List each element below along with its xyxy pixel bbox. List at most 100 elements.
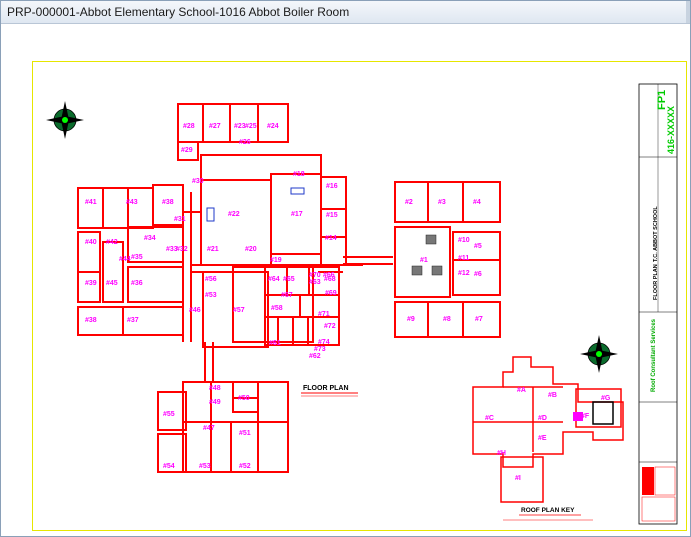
svg-text:#24: #24 xyxy=(267,123,279,130)
svg-text:#69: #69 xyxy=(325,290,337,297)
svg-text:#B: #B xyxy=(548,392,557,399)
project-number: 416-XXXXX xyxy=(666,106,676,154)
svg-text:#19: #19 xyxy=(270,257,282,264)
svg-text:#16: #16 xyxy=(326,183,338,190)
svg-text:#28: #28 xyxy=(183,123,195,130)
roof-area-markers xyxy=(573,401,614,425)
svg-text:#42: #42 xyxy=(106,239,118,246)
svg-text:#65: #65 xyxy=(283,276,295,283)
svg-text:#54: #54 xyxy=(163,463,175,470)
svg-text:#5: #5 xyxy=(474,243,482,250)
svg-text:#50: #50 xyxy=(238,395,250,402)
svg-text:#44: #44 xyxy=(119,256,131,263)
svg-text:#10: #10 xyxy=(458,237,470,244)
svg-text:#56: #56 xyxy=(205,276,217,283)
roof-plan-title-block: ROOF PLAN KEY xyxy=(503,507,593,521)
svg-text:#3: #3 xyxy=(438,199,446,206)
school-name: T.C. ABBOT SCHOOL xyxy=(653,206,659,262)
svg-text:#H: #H xyxy=(497,450,506,457)
svg-text:#38: #38 xyxy=(162,199,174,206)
svg-text:#30: #30 xyxy=(192,178,204,185)
svg-text:#63: #63 xyxy=(309,279,321,286)
svg-text:#49: #49 xyxy=(209,399,221,406)
north-arrow-icon xyxy=(580,335,618,373)
svg-text:#67: #67 xyxy=(281,292,293,299)
svg-text:#25: #25 xyxy=(245,123,257,130)
floor-plan-walls xyxy=(77,103,501,473)
svg-text:#64: #64 xyxy=(268,276,280,283)
company-name: Roof Consultant Services xyxy=(651,318,657,392)
svg-text:#48: #48 xyxy=(209,385,221,392)
svg-text:#55: #55 xyxy=(163,411,175,418)
company-logo xyxy=(642,467,654,495)
title-block: FP1 416-XXXXX T.C. ABBOT SCHOOL FLOOR PL… xyxy=(638,83,678,525)
svg-text:#57: #57 xyxy=(233,307,245,314)
svg-text:#31: #31 xyxy=(174,216,186,223)
svg-text:#D: #D xyxy=(538,415,547,422)
north-arrow-icon xyxy=(46,101,84,139)
svg-text:#39: #39 xyxy=(85,280,97,287)
svg-text:#18: #18 xyxy=(293,171,305,178)
viewer-window: PRP-000001-Abbot Elementary School-1016 … xyxy=(0,0,691,537)
svg-text:#32: #32 xyxy=(176,246,188,253)
svg-text:#52: #52 xyxy=(239,463,251,470)
svg-text:#53: #53 xyxy=(199,463,211,470)
svg-text:#35: #35 xyxy=(131,254,143,261)
floor-plan-title-block: FLOOR PLAN xyxy=(301,385,358,397)
svg-text:#C: #C xyxy=(485,415,494,422)
svg-text:#43: #43 xyxy=(126,199,138,206)
svg-text:#A: #A xyxy=(517,387,526,394)
svg-text:#F: #F xyxy=(581,413,590,420)
svg-text:#I: #I xyxy=(515,475,521,482)
floor-plan-title: FLOOR PLAN xyxy=(303,385,349,392)
svg-text:#26: #26 xyxy=(239,139,251,146)
svg-text:#36: #36 xyxy=(131,280,143,287)
svg-text:#7: #7 xyxy=(475,316,483,323)
svg-text:#27: #27 xyxy=(209,123,221,130)
svg-text:#51: #51 xyxy=(239,430,251,437)
svg-text:#4: #4 xyxy=(473,199,481,206)
svg-text:#37: #37 xyxy=(127,317,139,324)
svg-text:#53: #53 xyxy=(205,292,217,299)
svg-text:#38: #38 xyxy=(85,317,97,324)
svg-text:#12: #12 xyxy=(458,270,470,277)
svg-text:#17: #17 xyxy=(291,211,303,218)
svg-text:#41: #41 xyxy=(85,199,97,206)
svg-text:#72: #72 xyxy=(324,323,336,330)
svg-text:#21: #21 xyxy=(207,246,219,253)
svg-text:#58: #58 xyxy=(271,305,283,312)
svg-text:#14: #14 xyxy=(325,235,337,242)
svg-text:#70: #70 xyxy=(309,272,321,279)
svg-text:#29: #29 xyxy=(181,147,193,154)
svg-text:#15: #15 xyxy=(326,212,338,219)
drawing-viewer[interactable]: #28 #27 #23 #25 #24 #26 #29 #30 #22 #17 #18 #16 #… xyxy=(1,24,690,536)
svg-text:#8: #8 xyxy=(443,316,451,323)
svg-text:#E: #E xyxy=(538,435,547,442)
svg-text:#46: #46 xyxy=(189,307,201,314)
svg-text:#61: #61 xyxy=(269,340,281,347)
svg-text:#47: #47 xyxy=(203,425,215,432)
svg-text:#74: #74 xyxy=(318,339,330,346)
svg-text:#1: #1 xyxy=(420,257,428,264)
svg-text:#20: #20 xyxy=(245,246,257,253)
svg-text:#G: #G xyxy=(601,395,611,402)
drawing-sheet[interactable]: #28 #27 #23 #25 #24 #26 #29 #30 #22 #17 #18 #16 #… xyxy=(32,61,687,531)
svg-text:#2: #2 xyxy=(405,199,413,206)
roof-plan-key xyxy=(472,356,624,503)
svg-text:#9: #9 xyxy=(407,316,415,323)
svg-text:#40: #40 xyxy=(85,239,97,246)
floor-plan-drawing: #28 #27 #23 #25 #24 #26#29#30 #22 #17#18 #16#… xyxy=(46,83,678,525)
svg-text:#11: #11 xyxy=(458,255,469,262)
sheet-label: FLOOR PLAN xyxy=(653,264,659,300)
svg-text:#62: #62 xyxy=(309,353,321,360)
window-title: PRP-000001-Abbot Elementary School-1016 … xyxy=(7,5,350,19)
svg-text:#71: #71 xyxy=(318,311,330,318)
svg-text:#6: #6 xyxy=(474,271,482,278)
title-bar-edge xyxy=(686,1,690,23)
svg-text:#34: #34 xyxy=(144,235,156,242)
svg-text:#45: #45 xyxy=(106,280,118,287)
svg-text:#68: #68 xyxy=(324,276,336,283)
title-bar[interactable]: PRP-000001-Abbot Elementary School-1016 … xyxy=(1,1,690,24)
svg-text:#22: #22 xyxy=(228,211,240,218)
svg-text:#73: #73 xyxy=(314,346,326,353)
